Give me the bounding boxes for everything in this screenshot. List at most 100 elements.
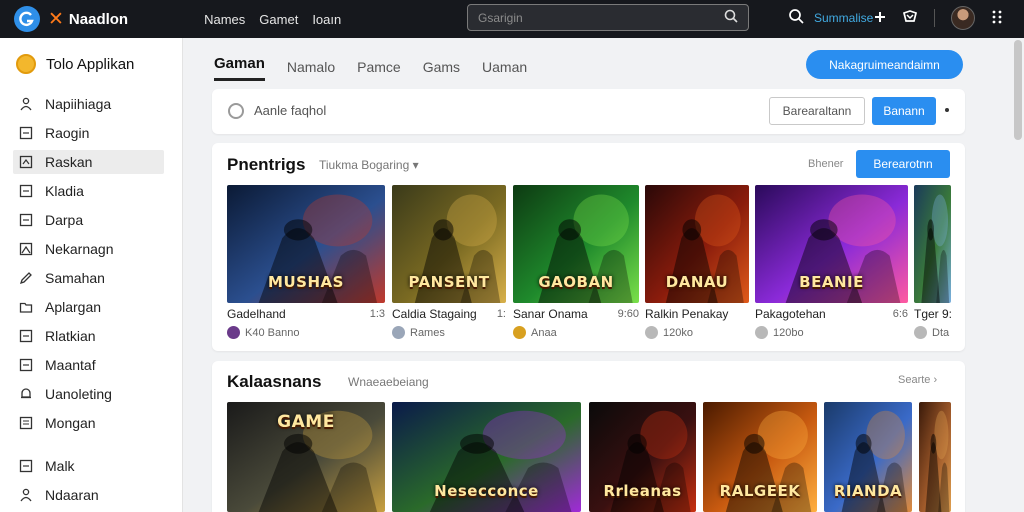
game-card[interactable]: DANAU Ralkin Penakay 120ko — [645, 185, 749, 351]
game-thumbnail[interactable]: DANAU — [645, 185, 749, 303]
divider — [934, 9, 935, 27]
game-thumbnail-title: BEANIE — [799, 273, 864, 291]
section-title: Kalaasnans — [227, 372, 322, 391]
section-link[interactable]: Bhener — [808, 158, 843, 170]
game-thumbnail[interactable]: PANSENT — [392, 185, 506, 303]
sidebar-item[interactable]: Darpa — [13, 208, 164, 232]
search-box[interactable]: Gsarigin — [467, 4, 749, 31]
sidebar-item-label: Samahan — [45, 270, 105, 286]
game-thumbnail[interactable]: BEANIE — [755, 185, 908, 303]
game-card[interactable]: RIANDA — [824, 402, 912, 512]
bell-icon — [19, 387, 33, 401]
game-thumbnail[interactable]: Nesecconce — [392, 402, 581, 512]
game-card[interactable]: BEANIE Pakagotehan 6:6 120bo — [755, 185, 908, 351]
square-icon — [19, 213, 33, 227]
game-thumbnail[interactable] — [919, 402, 951, 512]
top-nav-item[interactable]: Ioaın — [312, 12, 341, 27]
sidebar-item[interactable]: Raskan — [13, 150, 164, 174]
sidebar-item-label: Raogin — [45, 125, 90, 141]
game-card[interactable]: MUSHAS Gadelhand 1:3 K40 Banno — [227, 185, 385, 351]
game-thumbnail-title: Rrleanas — [603, 482, 682, 500]
search-icon[interactable] — [724, 9, 738, 26]
sidebar-item[interactable]: Malk — [13, 454, 165, 478]
brand-logo-icon — [14, 6, 40, 32]
sidebar-item[interactable]: Aplargan — [13, 295, 164, 319]
tab-uaman[interactable]: Uaman — [482, 59, 527, 81]
scrollbar[interactable] — [1014, 40, 1022, 140]
square-icon — [19, 329, 33, 343]
game-meta: 120ko — [645, 326, 693, 339]
game-rating: 9:60 — [617, 308, 639, 320]
filter-primary-button[interactable]: Banann — [872, 97, 936, 125]
game-card[interactable]: PANSENT Caldia Stagaing 1: Rames — [392, 185, 506, 351]
game-thumbnail[interactable]: Rrleanas — [589, 402, 696, 512]
more-grid-icon[interactable] — [991, 10, 1003, 27]
game-thumbnail[interactable]: GAME — [227, 402, 385, 512]
game-rating: 6:6 — [892, 308, 908, 320]
tab-gaman[interactable]: Gaman — [214, 55, 265, 81]
filter-secondary-button[interactable]: Barearaltann — [769, 97, 865, 125]
section-collections: Kalaasnans Wnaeaebeiang Searte › GAME Nes… — [212, 361, 965, 512]
game-meta-text: Dta — [932, 326, 950, 339]
gift-icon[interactable] — [902, 9, 918, 27]
search-icon[interactable] — [788, 8, 804, 27]
sidebar-item[interactable]: Napiihiaga — [13, 92, 164, 116]
more-icon[interactable] — [945, 108, 949, 112]
list-icon — [19, 416, 33, 430]
game-thumbnail[interactable]: RALGEEK — [703, 402, 817, 512]
bookmark-icon — [19, 155, 33, 169]
game-card[interactable]: RALGEEK — [703, 402, 817, 512]
add-icon[interactable] — [874, 11, 886, 26]
sidebar-item[interactable]: Rlatkian — [13, 324, 164, 348]
brand[interactable]: ✕ Naadlon — [14, 6, 128, 32]
tab-gams[interactable]: Gams — [423, 59, 460, 81]
sidebar-item[interactable]: Samahan — [13, 266, 164, 290]
tab-namalo[interactable]: Namalo — [287, 59, 335, 81]
cta-button[interactable]: Nakagruimeandaimn — [806, 50, 963, 79]
brand-name: Naadlon — [68, 10, 129, 28]
sidebar-item[interactable]: Kladia — [13, 179, 164, 203]
section-featured: Pnentrigs Tiukma Bogaring ▾ Bhener Berea… — [212, 143, 965, 351]
game-thumbnail-title: PANSENT — [408, 273, 490, 291]
game-thumbnail[interactable] — [914, 185, 951, 303]
game-name[interactable]: Gadelhand — [227, 307, 286, 321]
game-name[interactable]: Sanar Onama — [513, 307, 588, 321]
game-thumbnail[interactable]: RIANDA — [824, 402, 912, 512]
game-name[interactable]: Ralkin Penakay — [645, 307, 728, 321]
game-card[interactable]: Rrleanas — [589, 402, 696, 512]
section-link[interactable]: Searte › — [898, 374, 937, 386]
top-nav-item[interactable]: Names — [204, 12, 245, 27]
game-name[interactable]: Tger 9: — [914, 307, 952, 321]
top-link[interactable]: Summalise — [814, 11, 873, 25]
sidebar-bottom-list: Malk Ndaaran — [0, 454, 183, 512]
game-name[interactable]: Pakagotehan — [755, 307, 826, 321]
avatar[interactable] — [951, 6, 975, 30]
game-card[interactable]: GAME — [227, 402, 385, 512]
section-subtitle[interactable]: Tiukma Bogaring ▾ — [319, 158, 419, 172]
sidebar-header[interactable]: Tolo Applikan — [16, 54, 182, 74]
sidebar-item-label: Mongan — [45, 415, 96, 431]
filter-bar: Aanle faqhol Barearaltann Banann — [212, 89, 965, 134]
sidebar-item[interactable]: Nekarnagn — [13, 237, 164, 261]
sidebar-item[interactable]: Ndaaran — [13, 483, 165, 507]
game-meta-icon — [645, 326, 658, 339]
sidebar-item[interactable]: Maantaf — [13, 353, 164, 377]
game-thumbnail[interactable]: MUSHAS — [227, 185, 385, 303]
top-nav: Names Gamet Ioaın — [204, 12, 341, 27]
game-card[interactable]: Nesecconce — [392, 402, 581, 512]
game-card[interactable]: Tger 9: Dta — [914, 185, 952, 351]
game-card[interactable]: GAOBAN Sanar Onama 9:60 Anaa — [513, 185, 639, 351]
square-icon — [19, 126, 33, 140]
sidebar-item[interactable]: Mongan — [13, 411, 164, 435]
top-nav-item[interactable]: Gamet — [259, 12, 298, 27]
search-input[interactable]: Gsarigin — [478, 11, 724, 25]
filter-text[interactable]: Aanle faqhol — [254, 103, 326, 118]
tab-pamce[interactable]: Pamce — [357, 59, 401, 81]
game-card[interactable] — [919, 402, 951, 512]
game-thumbnail[interactable]: GAOBAN — [513, 185, 639, 303]
section-button[interactable]: Berearotnn — [856, 150, 950, 178]
filter-icon[interactable] — [228, 103, 244, 119]
sidebar-item[interactable]: Uanoleting — [13, 382, 164, 406]
game-name[interactable]: Caldia Stagaing — [392, 307, 477, 321]
sidebar-item[interactable]: Raogin — [13, 121, 164, 145]
